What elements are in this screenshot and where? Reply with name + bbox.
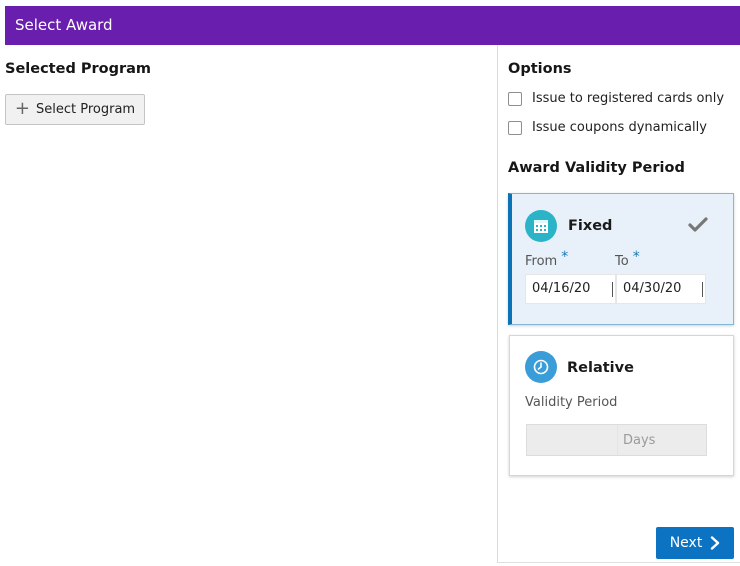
relative-validity-card[interactable]: Relative Validity Period Days bbox=[509, 335, 734, 476]
options-title: Options bbox=[508, 61, 572, 77]
fixed-validity-card[interactable]: Fixed From * To * 04/16/20 04/30/20 bbox=[508, 193, 734, 325]
next-label: Next bbox=[669, 535, 703, 551]
validity-period-label: Validity Period bbox=[525, 395, 618, 410]
days-unit-label: Days bbox=[623, 433, 656, 448]
select-program-button[interactable]: + Select Program bbox=[5, 94, 145, 125]
clock-icon bbox=[525, 351, 557, 383]
dynamic-coupons-option[interactable]: Issue coupons dynamically bbox=[508, 120, 707, 135]
from-label: From * bbox=[525, 249, 569, 269]
selected-program-title: Selected Program bbox=[5, 61, 152, 77]
panel-bottom-border bbox=[498, 562, 740, 563]
dialog-header: Select Award bbox=[5, 6, 740, 45]
registered-cards-checkbox[interactable] bbox=[508, 91, 522, 106]
relative-title: Relative bbox=[567, 360, 634, 376]
next-button[interactable]: Next bbox=[656, 527, 734, 559]
required-marker: * bbox=[561, 249, 569, 265]
from-date-input[interactable]: 04/16/20 bbox=[525, 274, 616, 304]
registered-cards-label: Issue to registered cards only bbox=[532, 91, 725, 106]
to-label: To * bbox=[615, 249, 640, 269]
award-validity-title: Award Validity Period bbox=[508, 160, 685, 176]
chevron-right-icon bbox=[711, 536, 720, 550]
dialog-title: Select Award bbox=[15, 16, 113, 34]
fixed-title: Fixed bbox=[568, 218, 613, 234]
panel-divider bbox=[497, 45, 498, 563]
to-date-input[interactable]: 04/30/20 bbox=[616, 274, 706, 304]
dynamic-coupons-label: Issue coupons dynamically bbox=[532, 120, 707, 135]
plus-icon: + bbox=[14, 97, 30, 119]
registered-cards-option[interactable]: Issue to registered cards only bbox=[508, 91, 724, 106]
required-marker: * bbox=[632, 249, 640, 265]
calendar-icon bbox=[525, 210, 557, 242]
dynamic-coupons-checkbox[interactable] bbox=[508, 120, 522, 135]
checkmark-icon bbox=[688, 216, 708, 238]
select-program-label: Select Program bbox=[36, 102, 136, 117]
validity-period-input[interactable]: Days bbox=[526, 424, 707, 456]
